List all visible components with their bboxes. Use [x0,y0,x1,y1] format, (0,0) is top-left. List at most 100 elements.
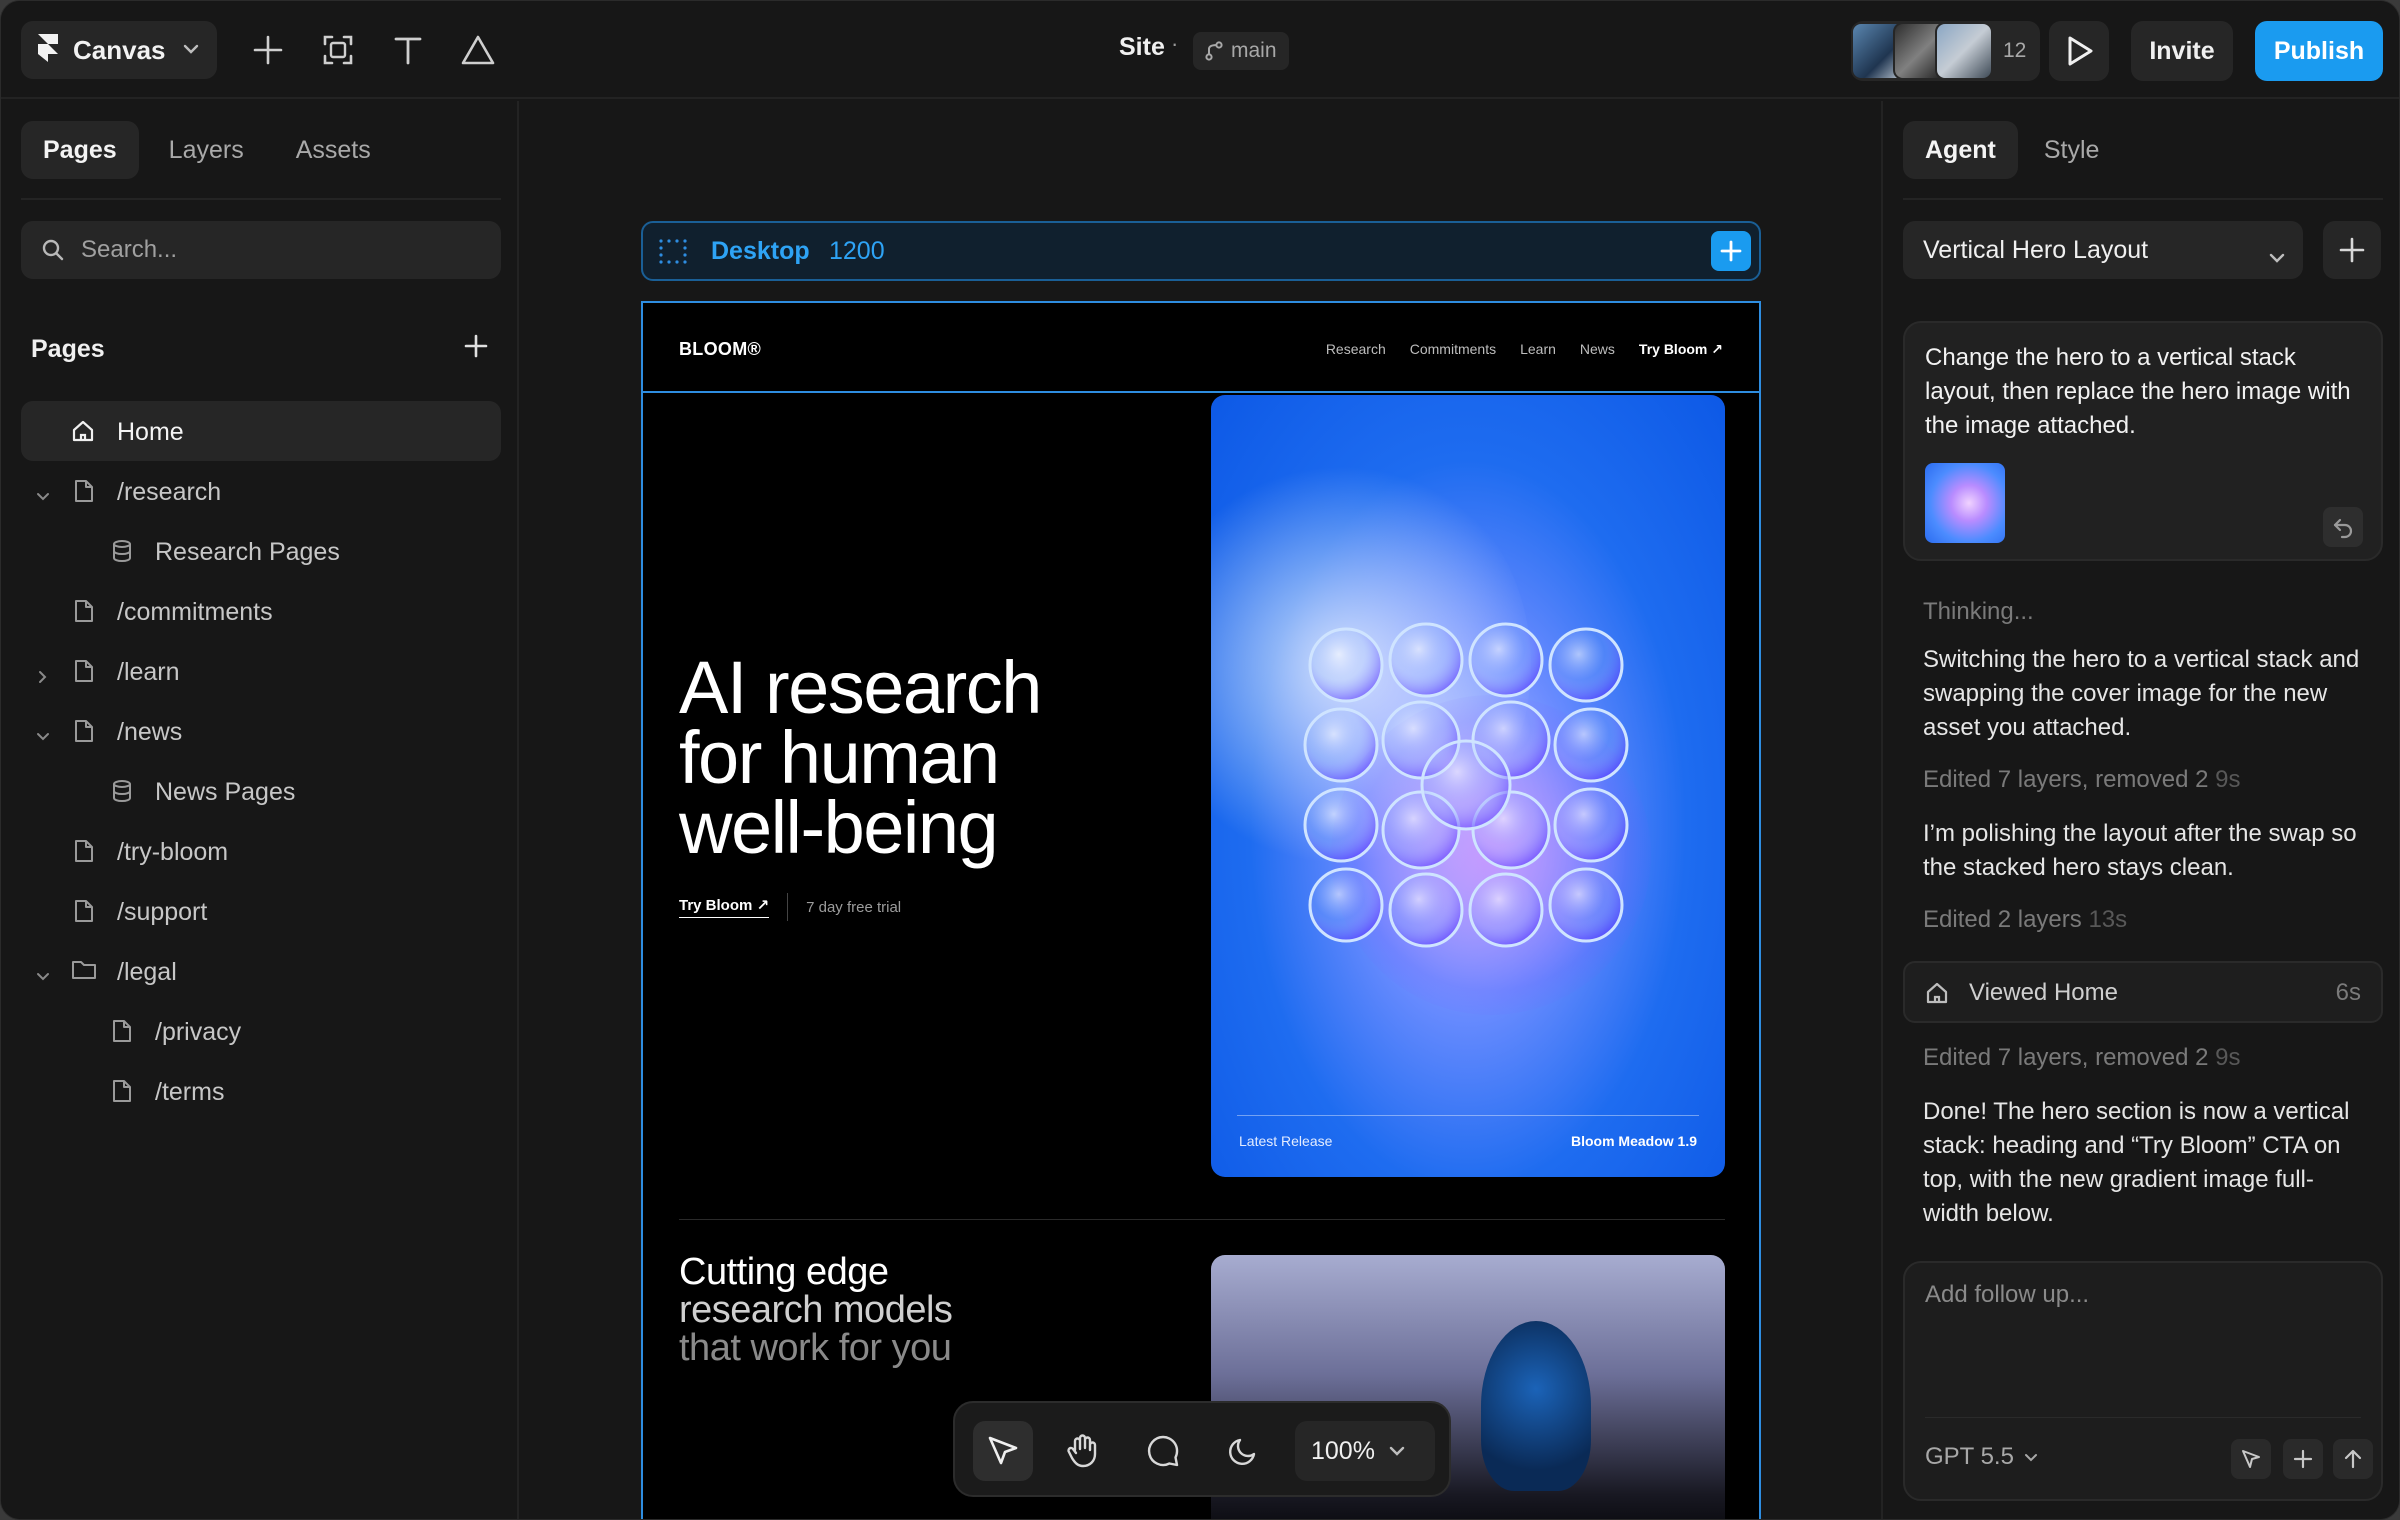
follow-up-input[interactable] [1925,1281,2365,1401]
site-nav[interactable]: BLOOM® Research Commitments Learn News T… [643,303,1759,393]
tab-style[interactable]: Style [2022,121,2122,179]
database-icon [111,539,133,570]
tab-pages[interactable]: Pages [21,121,139,179]
app-menu-label: Canvas [73,34,166,65]
thread-select[interactable]: Vertical Hero Layout [1903,221,2303,279]
tab-assets[interactable]: Assets [274,121,393,179]
edit-time: 9s [2215,766,2241,793]
page-item-home[interactable]: Home [21,401,501,461]
release-label: Latest Release [1239,1133,1333,1149]
page-icon [111,1019,133,1050]
insert-tool-button[interactable] [245,27,291,73]
hand-tool-button[interactable] [1053,1421,1113,1481]
select-element-button[interactable] [2231,1439,2271,1479]
search-input[interactable] [81,236,461,264]
zoom-select[interactable]: 100% [1295,1421,1435,1481]
add-page-button[interactable] [463,333,489,364]
search-box[interactable] [21,221,501,279]
site-preview-frame[interactable]: BLOOM® Research Commitments Learn News T… [641,301,1761,1519]
section-heading-line: research models [679,1289,953,1331]
tab-agent[interactable]: Agent [1903,121,2018,179]
page-icon [73,659,95,690]
edit-time: 13s [2088,906,2128,933]
home-icon [1925,981,1949,1010]
left-panel: Pages Layers Assets Pages Home [1,101,519,1519]
app-menu-button[interactable]: Canvas [21,21,217,79]
viewed-time: 6s [2335,979,2361,1006]
hero-image[interactable]: Latest Release Bloom Meadow 1.9 [1211,395,1725,1177]
cursor-icon [2242,1450,2260,1468]
site-nav-link[interactable]: News [1580,341,1615,358]
page-item-label: /privacy [155,1018,242,1046]
site-logo: BLOOM® [679,339,762,359]
invite-button[interactable]: Invite [2131,21,2233,81]
branch-badge[interactable]: main [1193,32,1289,70]
viewed-page-chip[interactable]: Viewed Home 6s [1903,961,2383,1023]
comment-tool-button[interactable] [1133,1421,1193,1481]
attached-image-thumbnail[interactable] [1925,463,2005,543]
site-title[interactable]: Site [1119,33,1165,62]
site-nav-link[interactable]: Commitments [1410,341,1496,358]
chevron-down-icon[interactable] [35,963,51,992]
collaborators[interactable]: 12 [1851,21,2041,81]
user-prompt-card: Change the hero to a vertical stack layo… [1903,321,2383,561]
revert-button[interactable] [2323,507,2363,547]
hero-cta-group: Try Bloom ↗ 7 day free trial [679,893,901,921]
page-item-support[interactable]: /support [21,881,501,941]
section-heading[interactable]: Cutting edge research models that work f… [679,1253,953,1369]
page-item-legal[interactable]: /legal [21,941,501,1001]
right-panel: Agent Style Vertical Hero Layout Change … [1881,101,2399,1519]
page-item-try-bloom[interactable]: /try-bloom [21,821,501,881]
site-nav-cta[interactable]: Try Bloom ↗ [1639,341,1723,358]
page-item-commitments[interactable]: /commitments [21,581,501,641]
divider [1237,1115,1699,1116]
page-item-label: /commitments [117,598,273,626]
hero-heading-line: for human [679,716,1000,799]
send-button[interactable] [2333,1439,2373,1479]
hero-cta-link[interactable]: Try Bloom ↗ [679,896,770,918]
edit-summary-text: Edited 2 layers [1923,906,2082,933]
chevron-down-icon[interactable] [35,483,51,512]
page-item-label: News Pages [155,778,296,806]
preview-button[interactable] [2049,21,2109,81]
edit-summary[interactable]: Edited 2 layers 13s [1923,903,2363,937]
frame-tool-button[interactable] [315,27,361,73]
publish-button[interactable]: Publish [2255,21,2383,81]
hero-heading[interactable]: AI research for human well-being [679,651,1139,865]
frame-icon [323,35,353,65]
attach-button[interactable] [2283,1439,2323,1479]
text-tool-button[interactable] [385,27,431,73]
new-thread-button[interactable] [2323,221,2381,279]
select-tool-button[interactable] [973,1421,1033,1481]
section-heading-line: that work for you [679,1327,952,1369]
page-item-research-pages[interactable]: Research Pages [21,521,501,581]
frame-header[interactable]: Desktop 1200 [641,221,1761,281]
pages-section-title: Pages [31,335,105,363]
edit-summary[interactable]: Edited 7 layers, removed 2 9s [1923,763,2363,797]
undo-icon [2333,518,2353,539]
divider [21,198,501,200]
page-item-learn[interactable]: /learn [21,641,501,701]
page-item-label: Research Pages [155,538,340,566]
page-item-label: /learn [117,658,180,686]
site-nav-link[interactable]: Research [1326,341,1386,358]
plus-icon [464,334,488,358]
page-item-research[interactable]: /research [21,461,501,521]
add-breakpoint-button[interactable] [1711,231,1751,271]
page-item-news[interactable]: /news [21,701,501,761]
page-item-news-pages[interactable]: News Pages [21,761,501,821]
tab-layers[interactable]: Layers [147,121,266,179]
shape-tool-button[interactable] [455,27,501,73]
model-select[interactable]: GPT 5.5 [1925,1443,2038,1471]
chevron-right-icon[interactable] [35,663,51,692]
title-separator: · [1171,31,1179,56]
divider [679,1219,1725,1220]
database-icon [111,779,133,810]
chevron-down-icon[interactable] [35,723,51,752]
site-nav-link[interactable]: Learn [1520,341,1556,358]
dark-mode-toggle[interactable] [1213,1421,1273,1481]
page-item-privacy[interactable]: /privacy [21,1001,501,1061]
edit-summary[interactable]: Edited 7 layers, removed 2 9s [1923,1041,2363,1075]
page-item-terms[interactable]: /terms [21,1061,501,1121]
plus-icon [2339,237,2365,263]
